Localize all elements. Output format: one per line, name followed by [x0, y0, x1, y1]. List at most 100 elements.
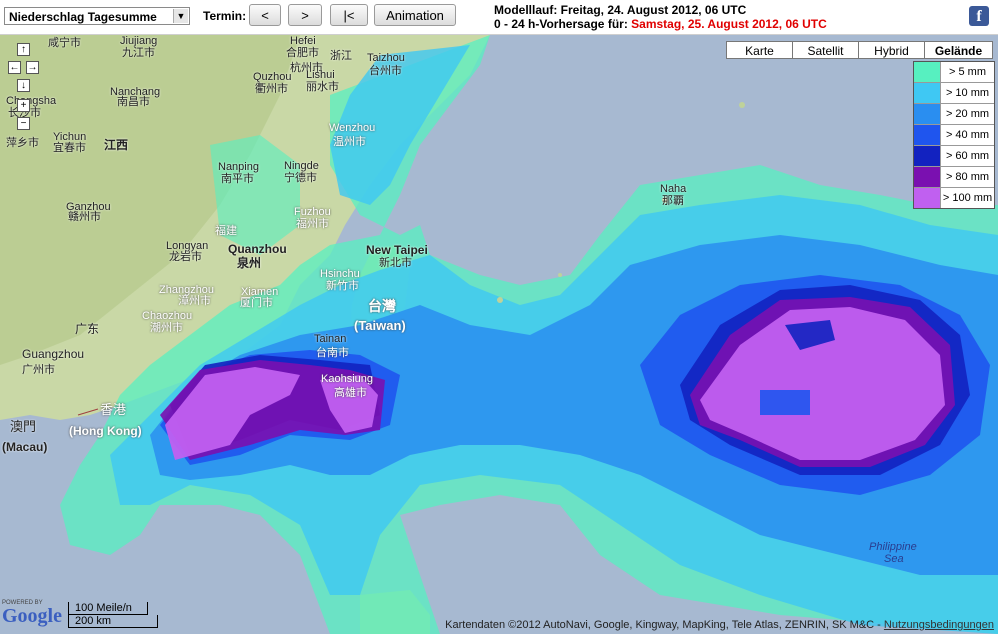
region-label: 台灣 — [368, 298, 396, 314]
legend-swatch — [914, 146, 941, 166]
place-label: 宜春市 — [53, 142, 86, 154]
place-label: (Hong Kong) — [69, 424, 142, 438]
place-label: 衢州市 — [255, 83, 288, 95]
copyright: Kartendaten ©2012 AutoNavi, Google, King… — [445, 619, 994, 631]
first-button[interactable]: |< — [330, 4, 368, 26]
place-label: 南昌市 — [117, 96, 150, 108]
place-label: 合肥市 — [286, 47, 319, 59]
island — [497, 297, 503, 303]
place-label: 丽水市 — [306, 81, 339, 93]
place-label: 南平市 — [221, 173, 254, 185]
place-label: 九江市 — [122, 47, 155, 59]
prev-button[interactable]: < — [249, 4, 281, 26]
next-button[interactable]: > — [288, 4, 322, 26]
toolbar: Niederschlag Tagesumme ▼ Termin: < > |< … — [0, 0, 998, 35]
copyright-text: Kartendaten ©2012 AutoNavi, Google, King… — [445, 619, 881, 631]
animation-button[interactable]: Animation — [374, 4, 456, 26]
place-label: Tainan — [314, 333, 347, 345]
precip-legend: > 5 mm > 10 mm > 20 mm > 40 mm > 60 mm >… — [913, 61, 995, 209]
chevron-down-icon[interactable]: ▼ — [173, 9, 188, 23]
place-label: New Taipei — [366, 243, 428, 257]
place-label: Lishui — [306, 69, 335, 81]
terms-link[interactable]: Nutzungsbedingungen — [884, 619, 994, 631]
map-canvas[interactable]: 咸宁市 Jiujiang 九江市 Hefei 合肥市 杭州市 浙江 Taizho… — [0, 35, 998, 634]
place-label: Naha — [660, 183, 687, 195]
place-label: 那覇 — [662, 195, 684, 207]
legend-row: > 60 mm — [914, 146, 994, 167]
maptype-karte[interactable]: Karte — [726, 41, 793, 59]
forecast-line: 0 - 24 h-Vorhersage für: Samstag, 25. Au… — [494, 17, 827, 31]
island — [558, 273, 562, 277]
place-label: Changsha — [6, 95, 57, 107]
region-label: 江西 — [104, 138, 129, 152]
place-label: Taizhou — [367, 52, 405, 64]
place-label: 厦门市 — [240, 297, 273, 309]
product-select[interactable]: Niederschlag Tagesumme ▼ — [4, 7, 190, 25]
google-logo[interactable]: POWERED BY Google — [2, 600, 62, 626]
place-label: 台州市 — [369, 65, 402, 77]
pan-right-icon[interactable]: → — [26, 61, 39, 74]
place-label: 萍乡市 — [6, 137, 39, 149]
place-label: 温州市 — [333, 136, 366, 148]
scale-miles: 100 Meile/n — [68, 602, 148, 615]
place-label: 咸宁市 — [48, 37, 81, 49]
product-select-value: Niederschlag Tagesumme — [9, 10, 157, 24]
legend-swatch — [914, 104, 941, 124]
zoom-out-icon[interactable]: − — [17, 117, 30, 130]
zoom-in-icon[interactable]: + — [17, 99, 30, 112]
legend-label: > 40 mm — [945, 129, 990, 141]
place-label: Guangzhou — [22, 347, 85, 361]
place-label: 澳門 — [10, 419, 37, 434]
place-label: 潮州市 — [150, 322, 183, 334]
termin-label: Termin: — [203, 9, 247, 23]
facebook-icon[interactable]: f — [969, 6, 989, 26]
legend-swatch — [914, 125, 941, 145]
place-label: Hefei — [290, 35, 316, 47]
legend-swatch — [914, 62, 941, 82]
place-label: 台南市 — [316, 347, 349, 359]
pan-up-icon[interactable]: ↑ — [17, 43, 30, 56]
maptype-satellit[interactable]: Satellit — [792, 41, 859, 59]
place-label: 赣州市 — [68, 211, 101, 223]
place-label: Chaozhou — [142, 310, 193, 322]
map-graphics — [0, 35, 998, 634]
pan-down-icon[interactable]: ↓ — [17, 79, 30, 92]
region-label: (Taiwan) — [354, 318, 406, 333]
place-label: Jiujiang — [120, 35, 158, 47]
legend-label: > 10 mm — [945, 87, 990, 99]
place-label: Fuzhou — [294, 206, 331, 218]
legend-row: > 100 mm — [914, 188, 994, 208]
forecast-prefix: 0 - 24 h-Vorhersage für: — [494, 17, 628, 31]
place-label: Quanzhou — [228, 242, 287, 256]
legend-row: > 5 mm — [914, 62, 994, 83]
place-label: Hsinchu — [320, 268, 360, 280]
place-label: 漳州市 — [178, 295, 211, 307]
place-label: Wenzhou — [329, 122, 376, 134]
place-label: 泉州 — [237, 256, 262, 270]
place-label: Kaohsiung — [321, 373, 373, 385]
place-label: 宁德市 — [284, 172, 317, 184]
legend-label: > 60 mm — [945, 150, 990, 162]
scale-bar: 100 Meile/n 200 km — [68, 602, 158, 628]
legend-swatch — [914, 167, 941, 187]
forecast-date: Samstag, 25. August 2012, 06 UTC — [631, 17, 827, 31]
region-label: 福建 — [215, 225, 237, 237]
legend-row: > 40 mm — [914, 125, 994, 146]
place-label: 高雄市 — [334, 387, 367, 399]
place-label: 香港 — [100, 402, 127, 417]
pan-left-icon[interactable]: ← — [8, 61, 21, 74]
place-label: 广州市 — [22, 364, 55, 376]
place-label: Quzhou — [253, 71, 292, 83]
legend-row: > 20 mm — [914, 104, 994, 125]
typhoon-band — [760, 390, 810, 415]
place-label: 龙岩市 — [169, 251, 202, 263]
maptype-hybrid[interactable]: Hybrid — [858, 41, 925, 59]
place-label: (Macau) — [2, 440, 48, 454]
maptype-gelaende[interactable]: Gelände — [924, 41, 993, 59]
legend-swatch — [914, 188, 941, 208]
legend-label: > 20 mm — [945, 108, 990, 120]
region-label: 广东 — [75, 322, 100, 336]
legend-row: > 80 mm — [914, 167, 994, 188]
legend-label: > 100 mm — [942, 192, 993, 204]
scale-km: 200 km — [68, 615, 158, 628]
